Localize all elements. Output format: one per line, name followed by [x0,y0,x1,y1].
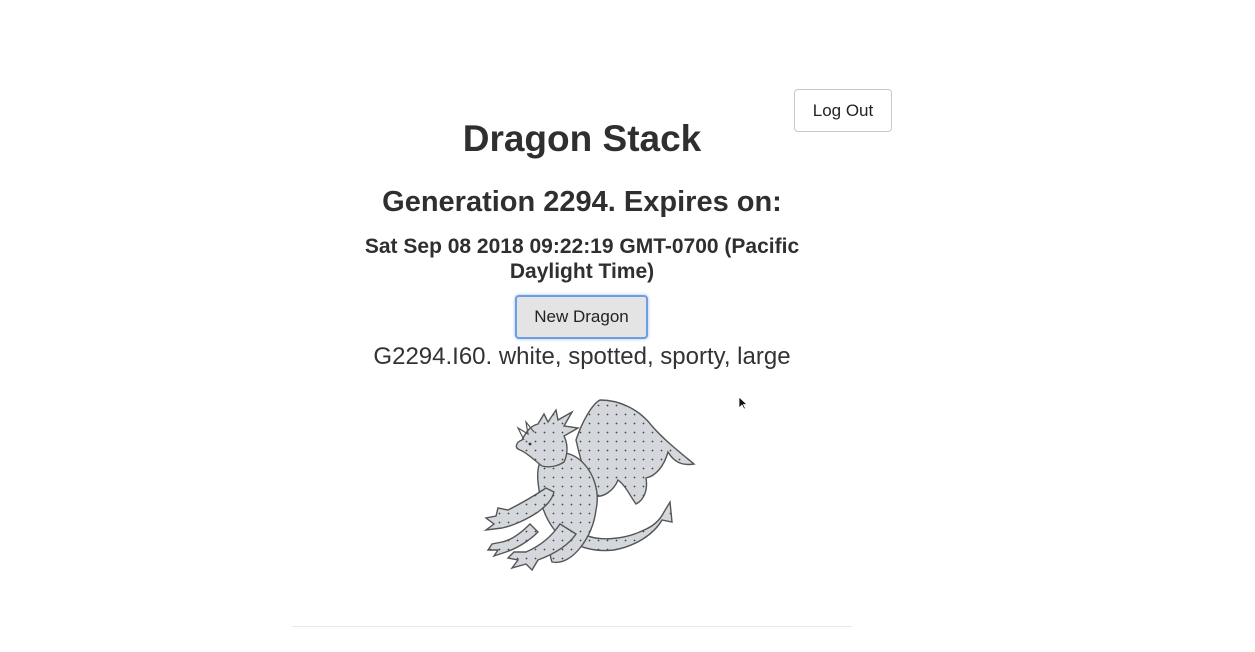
generation-heading: Generation 2294. Expires on: [382,186,782,218]
spotted-dragon-icon [483,399,696,572]
generation-expiration: Sat Sep 08 2018 09:22:19 GMT-0700 (Pacif… [364,235,800,283]
new-dragon-button[interactable]: New Dragon [515,295,648,339]
footer-divider [292,626,852,627]
app-root: Log Out Dragon Stack Generation 2294. Ex… [0,0,1255,652]
dragon-description: G2294.I60. white, spotted, sporty, large [373,343,791,370]
page-title: Dragon Stack [462,118,702,159]
mouse-cursor-icon [738,396,748,410]
